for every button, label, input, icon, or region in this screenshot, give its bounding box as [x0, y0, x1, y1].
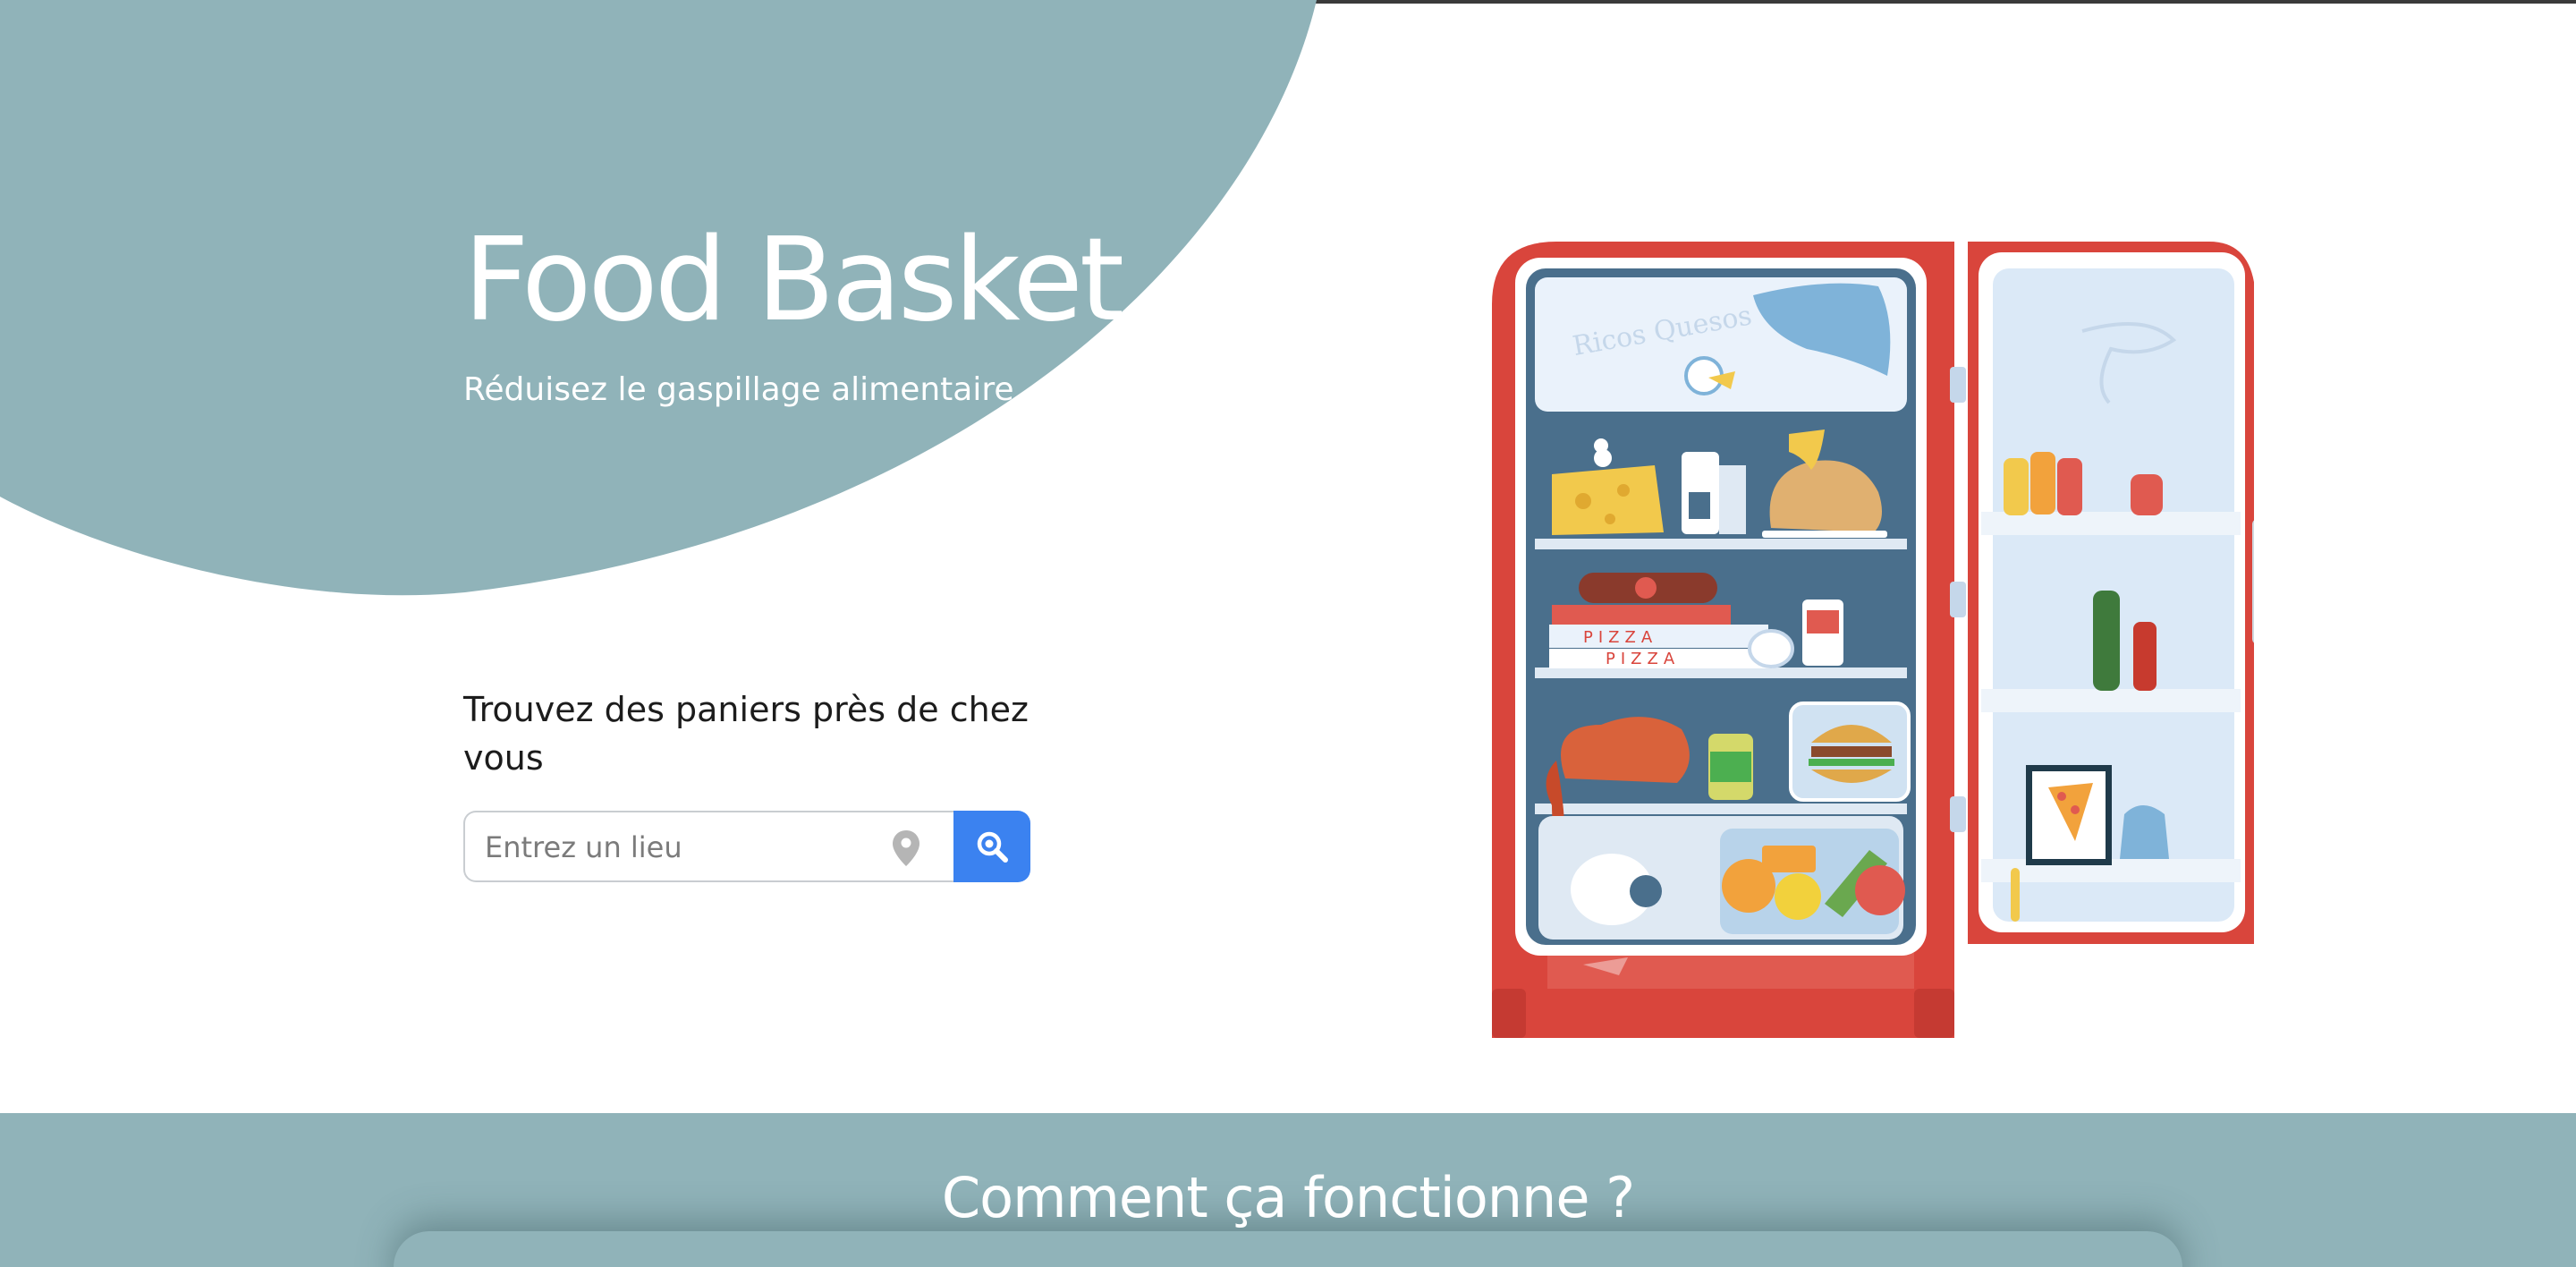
how-it-works-title: Comment ça fonctionne ?: [941, 1165, 1635, 1230]
map-pin-icon: [893, 830, 919, 866]
fridge-illustration: Ricos Quesos PIZZA PIZZA: [1492, 242, 2254, 1038]
how-it-works-section: Comment ça fonctionne ?: [0, 1113, 2576, 1267]
location-input[interactable]: [483, 812, 880, 882]
search-heading: Trouvez des paniers près de chez vous: [463, 690, 1029, 778]
search-button[interactable]: [953, 811, 1030, 882]
location-search-field: [463, 811, 953, 882]
section-card-edge: [394, 1231, 2182, 1267]
search-icon: [977, 831, 1008, 863]
pizza-box-label-top: PIZZA: [1583, 628, 1657, 647]
site-tagline: Réduisez le gaspillage alimentaire: [463, 371, 1014, 408]
site-title: Food Basket: [463, 214, 1124, 347]
browser-top-border: [0, 0, 2576, 4]
pizza-box-label-bottom: PIZZA: [1606, 650, 1680, 668]
